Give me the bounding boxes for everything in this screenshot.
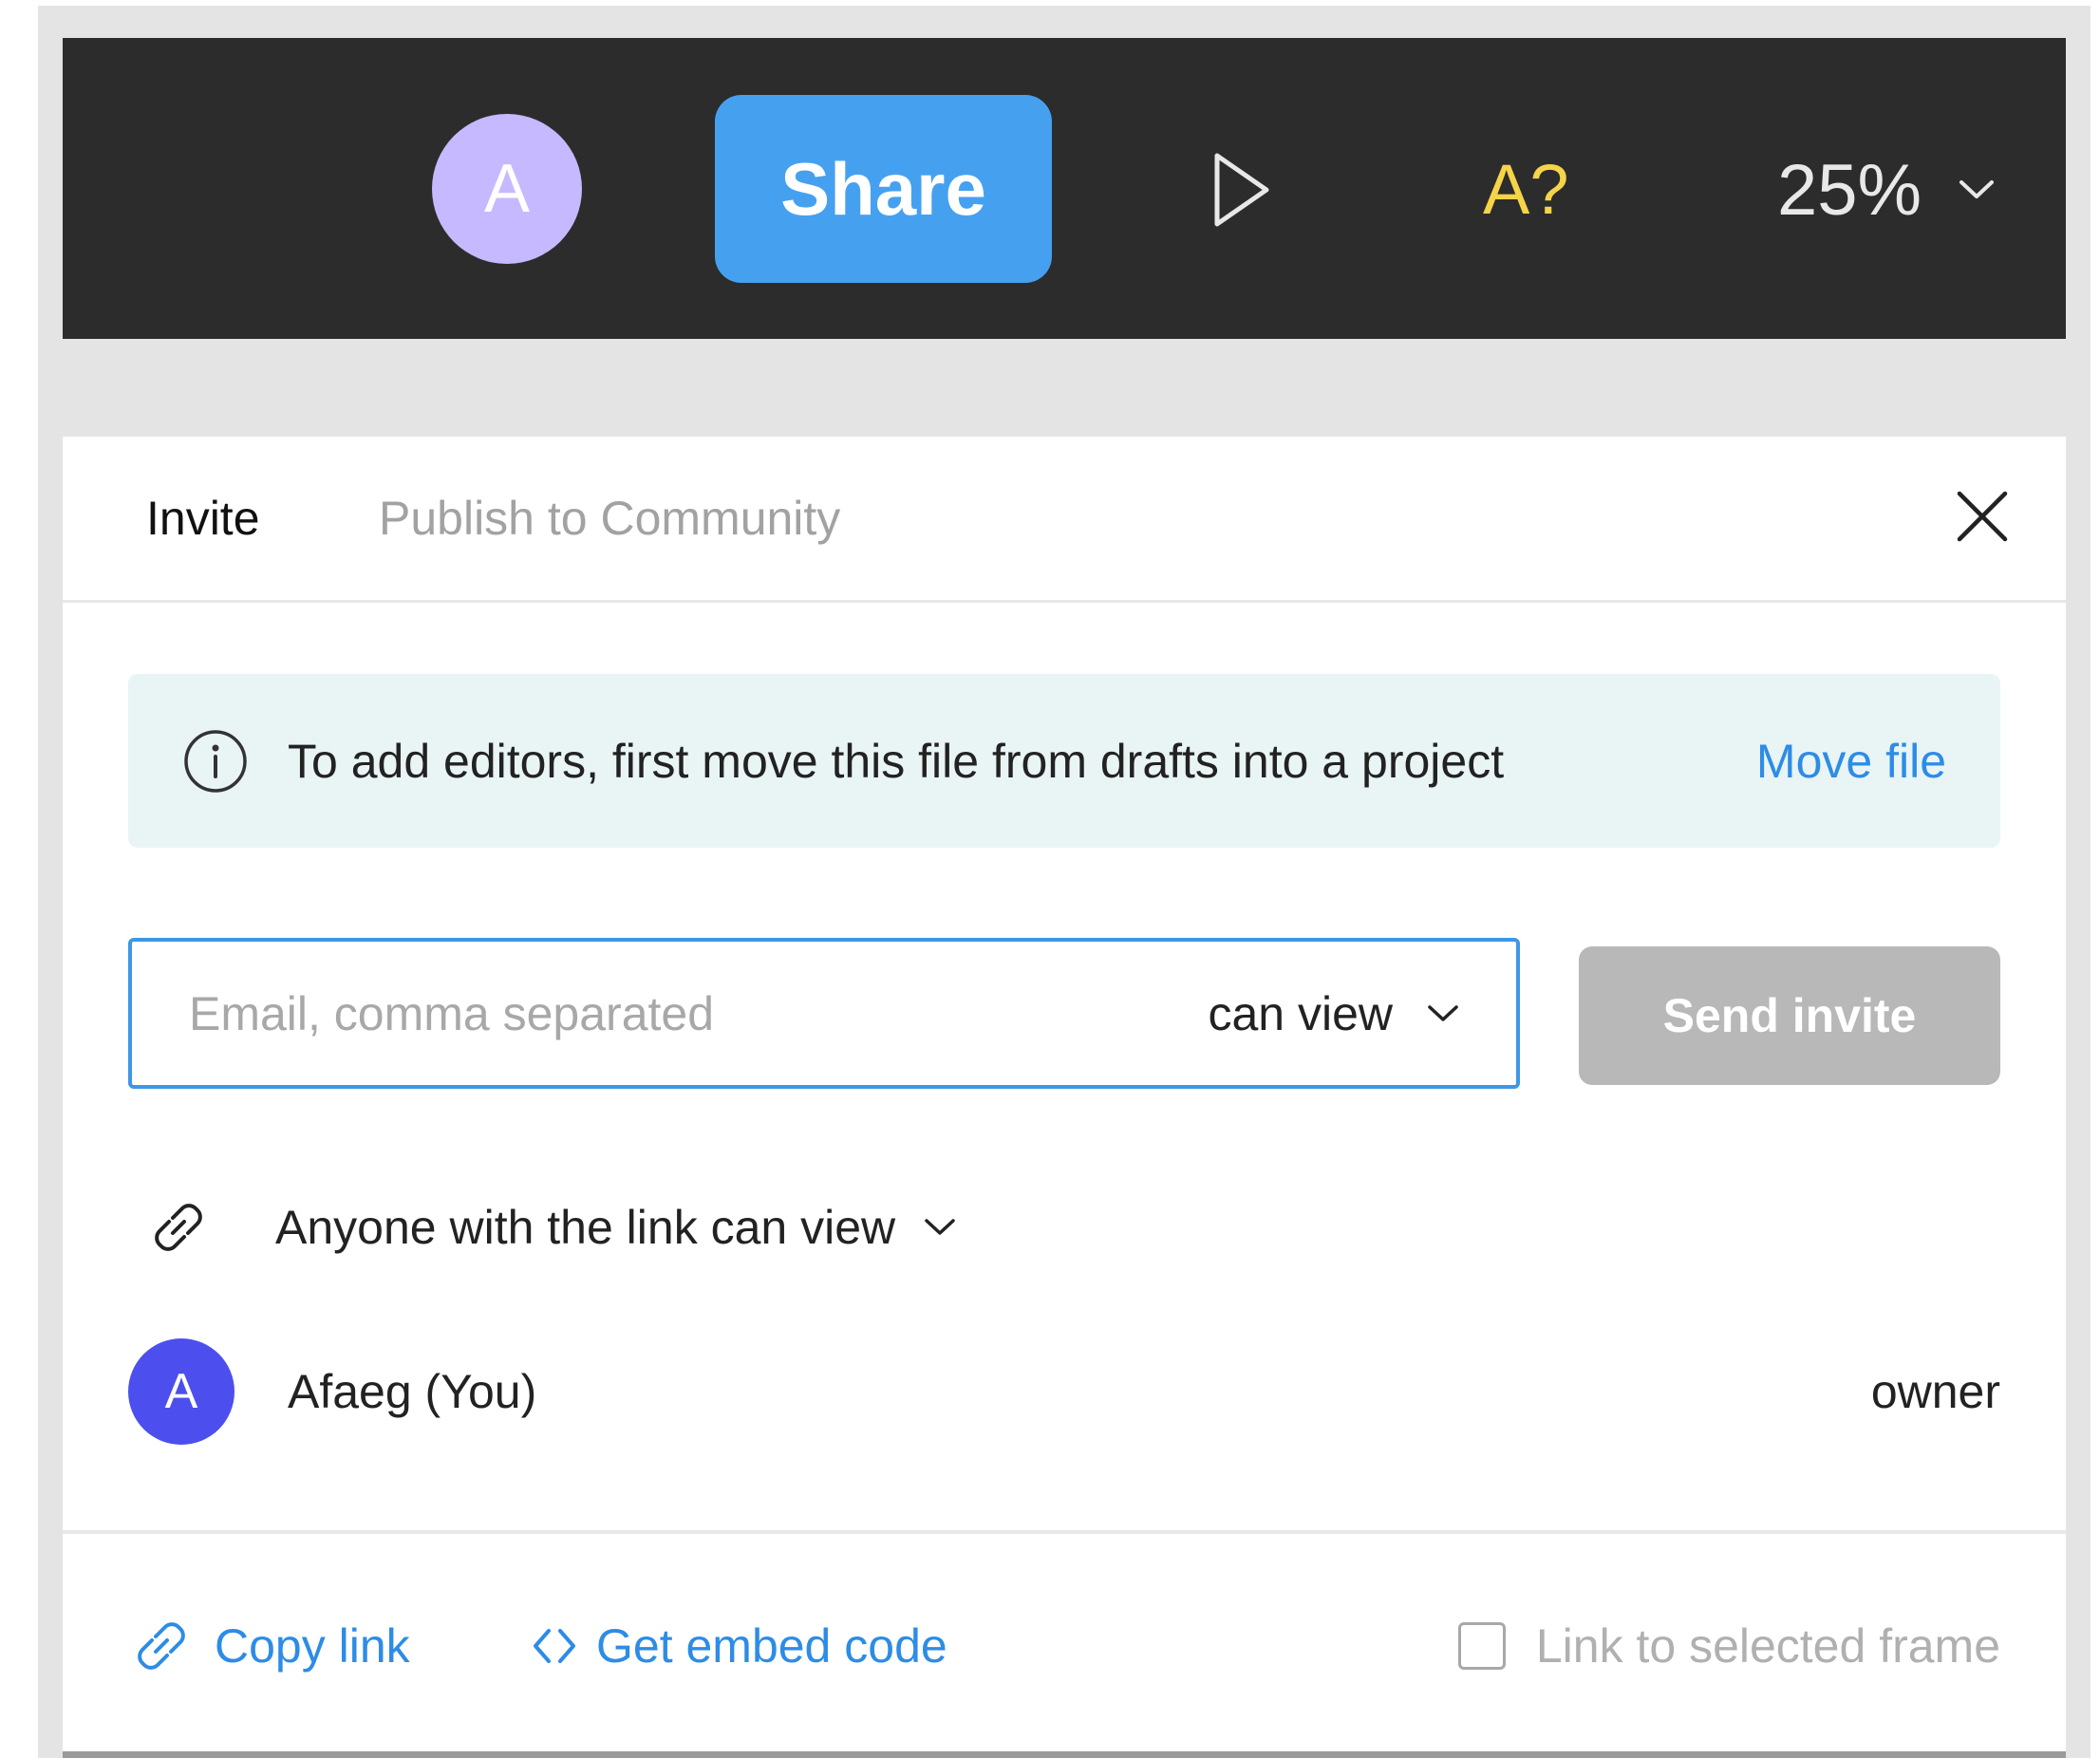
copy-link-button[interactable]: Copy link — [127, 1608, 410, 1684]
tab-publish-to-community[interactable]: Publish to Community — [379, 488, 840, 549]
get-embed-code-button[interactable]: Get embed code — [532, 1608, 947, 1684]
dialog-tabs: Invite Publish to Community — [63, 437, 2066, 603]
play-icon — [1214, 153, 1269, 227]
close-icon — [1957, 491, 2008, 542]
link-to-selected-frame-option[interactable]: Link to selected frame — [1457, 1608, 2000, 1684]
user-avatar[interactable]: A — [432, 114, 582, 264]
email-input[interactable] — [189, 980, 1043, 1048]
zoom-dropdown[interactable]: 25% — [1777, 142, 1996, 237]
invite-field: can view — [128, 938, 1520, 1089]
close-button[interactable] — [1952, 486, 2013, 547]
missing-fonts-button[interactable]: A? — [1483, 142, 1569, 237]
chevron-down-icon — [925, 1219, 955, 1235]
present-button[interactable] — [1204, 144, 1280, 235]
dialog-footer: Copy link Get embed code Link to selecte… — [63, 1530, 2066, 1755]
send-invite-button[interactable]: Send invite — [1579, 946, 2000, 1085]
user-avatar-initial: A — [483, 151, 531, 227]
share-button[interactable]: Share — [715, 95, 1052, 283]
link-to-frame-checkbox[interactable] — [1457, 1622, 1506, 1670]
role-value: can view — [1208, 987, 1393, 1040]
tab-invite[interactable]: Invite — [146, 488, 260, 549]
chevron-down-icon — [1959, 180, 1995, 198]
drafts-notice-banner: To add editors, first move this file fro… — [128, 674, 2000, 848]
role-dropdown[interactable]: can view — [1208, 980, 1459, 1048]
link-access-label: Anyone with the link can view — [275, 1201, 896, 1254]
zoom-value: 25% — [1777, 149, 1922, 231]
share-dialog: Invite Publish to Community To add edito… — [63, 437, 2066, 1758]
member-row: A Afaeg (You) owner — [128, 1338, 2000, 1445]
member-avatar-initial: A — [164, 1364, 198, 1419]
move-file-link[interactable]: Move file — [1756, 731, 1946, 792]
link-to-frame-label: Link to selected frame — [1535, 1619, 2000, 1673]
embed-code-label: Get embed code — [596, 1619, 947, 1673]
info-icon — [184, 730, 247, 793]
member-role: owner — [1870, 1365, 2000, 1418]
top-toolbar — [63, 38, 2066, 339]
chevron-down-icon — [1428, 1005, 1458, 1021]
link-icon — [155, 1204, 202, 1251]
link-icon — [138, 1622, 185, 1670]
copy-link-label: Copy link — [215, 1619, 410, 1673]
banner-message: To add editors, first move this file fro… — [288, 735, 1505, 788]
member-avatar: A — [128, 1338, 234, 1445]
link-access-dropdown[interactable]: Anyone with the link can view — [144, 1182, 956, 1273]
code-icon — [534, 1629, 575, 1663]
member-name: Afaeg (You) — [288, 1365, 537, 1418]
